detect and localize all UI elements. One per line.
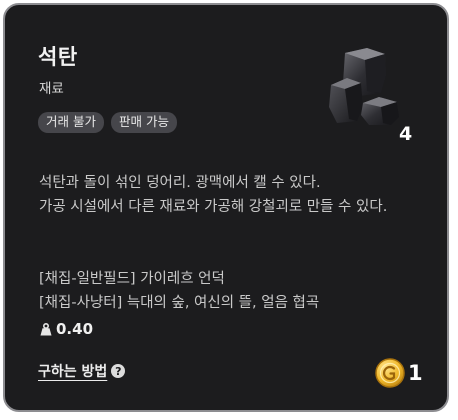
item-tags: 거래 불가 판매 가능 (38, 112, 177, 133)
description-line: 석탄과 돌이 섞인 덩어리. 광맥에서 캘 수 있다. (39, 175, 321, 191)
tag-trade-restriction: 거래 불가 (38, 112, 104, 133)
item-price: 1 (374, 357, 423, 389)
item-weight: 0.40 (40, 320, 93, 338)
item-quantity: 4 (399, 123, 413, 145)
item-sources: [채집-일반필드] 가이레흐 언덕 [채집-사냥터] 늑대의 숲, 여신의 뜰,… (39, 267, 319, 315)
source-line: [채집-사냥터] 늑대의 숲, 여신의 뜰, 얼음 협곡 (39, 295, 320, 311)
item-description: 석탄과 돌이 섞인 덩어리. 광맥에서 캘 수 있다. 가공 시설에서 다른 재… (39, 171, 399, 219)
how-to-obtain-link[interactable]: 구하는 방법 ? (38, 361, 126, 381)
coal-lumps-icon (329, 48, 399, 125)
price-value: 1 (408, 361, 423, 385)
how-to-obtain-label[interactable]: 구하는 방법 (38, 361, 107, 381)
source-line: [채집-일반필드] 가이레흐 언덕 (39, 271, 225, 287)
item-tooltip: 석탄 재료 거래 불가 판매 가능 4 석탄과 돌이 섞인 덩어리. 광맥에서 … (3, 3, 449, 412)
item-name: 석탄 (38, 45, 78, 69)
weight-value: 0.40 (56, 320, 94, 338)
tag-sellable: 판매 가능 (110, 112, 177, 133)
question-icon[interactable]: ? (111, 364, 126, 378)
item-category: 재료 (39, 81, 64, 97)
gold-coin-icon (375, 358, 405, 388)
weight-icon (40, 322, 52, 335)
description-line: 가공 시설에서 다른 재료와 가공해 강철괴로 만들 수 있다. (39, 199, 388, 215)
